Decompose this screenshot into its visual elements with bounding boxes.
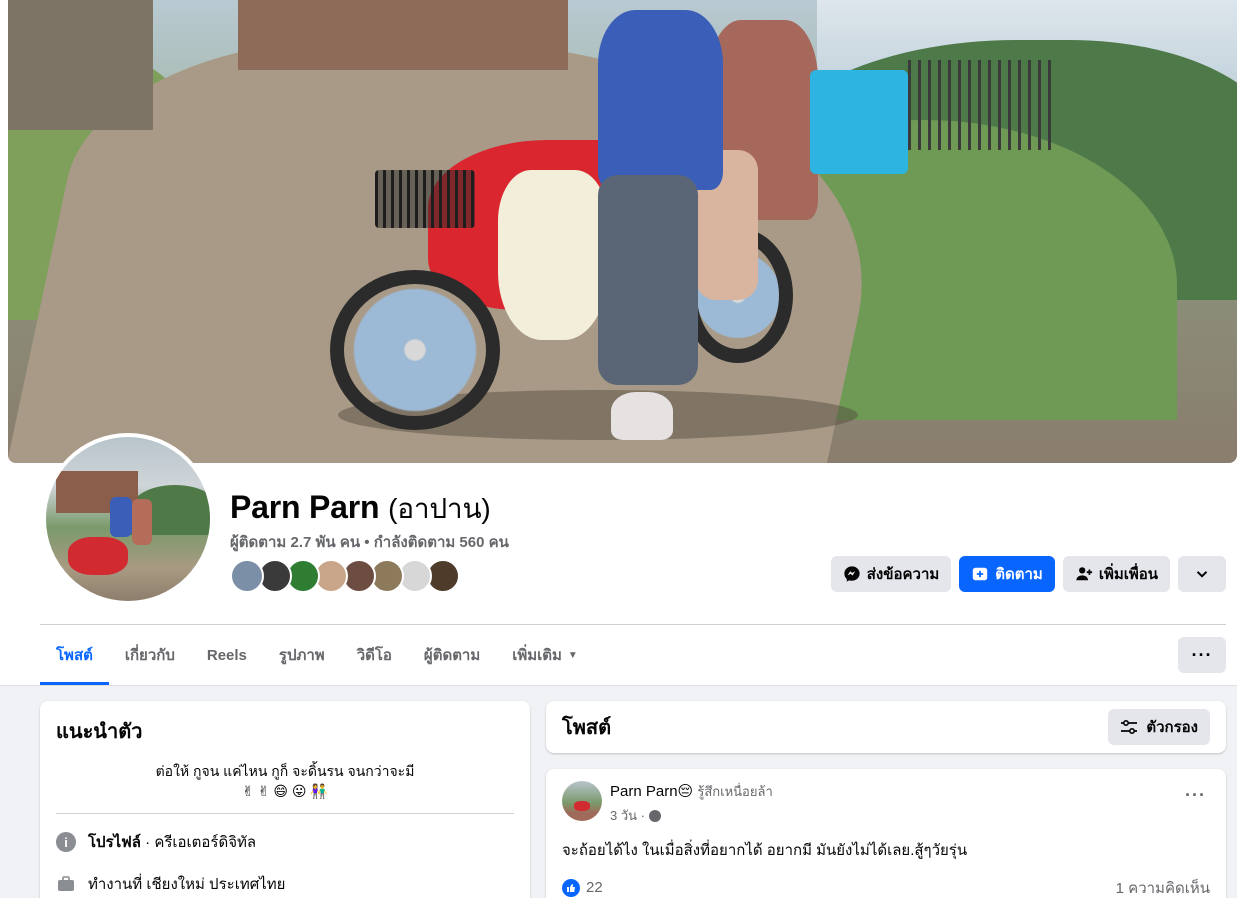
add-friend-button[interactable]: เพิ่มเพื่อน [1062,556,1170,592]
profile-alt-name: (อาปาน) [388,493,491,524]
post-author-line: Parn Parn😔 รู้สึกเหนื่อยล้า [610,781,773,802]
post-feeling: รู้สึกเหนื่อยล้า [697,784,773,799]
intro-title: แนะนำตัว [56,721,143,743]
caret-down-icon: ▼ [567,649,578,661]
post-author-avatar[interactable] [562,781,602,821]
tab-label: โพสต์ [56,647,93,664]
message-label: ส่งข้อความ [866,566,940,583]
like-icon [562,879,580,898]
friend-avatar-icon[interactable] [230,559,264,593]
post-header: Parn Parn😔 รู้สึกเหนื่อยล้า 3 วัน · ··· [562,781,1210,826]
reactions[interactable]: 22 [562,878,603,898]
follower-stats[interactable]: ผู้ติดตาม 2.7 พัน คน • กำลังติดตาม 560 ค… [230,530,509,554]
follow-icon [973,567,988,581]
follow-button[interactable]: ติดตาม [959,556,1055,592]
profile-type-label: โปรไฟล์ [88,834,141,851]
post-meta: 3 วัน · [610,805,773,826]
filter-icon [1121,719,1138,735]
intro-card: แนะนำตัว ต่อให้ กูจน แค่ไหน กูก็ จะดิ้นร… [40,701,530,898]
tab-videos[interactable]: วิดีโอ [341,625,408,685]
chevron-down-icon [1196,571,1208,578]
briefcase-icon [58,876,74,891]
tab-label: เกี่ยวกับ [124,647,175,664]
messenger-icon [844,566,860,582]
tab-reels[interactable]: Reels [191,625,263,685]
post-time[interactable]: 3 วัน · [610,805,645,826]
bio-text: ต่อให้ กูจน แค่ไหน กูก็ จะดิ้นรน จนกว่าจ… [56,761,514,801]
add-friend-label: เพิ่มเพื่อน [1098,566,1158,583]
cover-photo[interactable] [8,0,1237,463]
tab-label: เพิ่มเติม [512,647,562,664]
info-profile: i โปรไฟล์ · ครีเอเตอร์ดิจิทัล [56,830,514,854]
tab-label: Reels [206,646,247,664]
more-icon: ··· [1191,644,1213,665]
bio-line-1: ต่อให้ กูจน แค่ไหน กูก็ จะดิ้นรน จนกว่าจ… [155,763,415,779]
post-card: Parn Parn😔 รู้สึกเหนื่อยล้า 3 วัน · ··· … [546,769,1226,898]
add-friend-icon [1076,567,1092,581]
info-work: ทำงานที่ เชียงใหม่ ประเทศไทย [56,872,514,896]
tab-label: รูปภาพ [278,647,325,664]
friends-preview[interactable] [230,559,460,593]
filter-button[interactable]: ตัวกรอง [1108,709,1210,745]
bio-line-2: ✌ ✌ 😄 😛 👫 [242,783,328,799]
profile-avatar[interactable] [42,433,214,605]
post-text: จะถ้อยได้ไง ในเมื่อสิ่งที่อยากได้ อยากมี… [562,842,968,859]
globe-icon [648,809,661,822]
info-icon: i [56,832,76,852]
like-count: 22 [586,878,603,896]
post-menu-button[interactable]: ··· [1181,781,1210,810]
comment-count[interactable]: 1 ความคิดเห็น [1116,876,1210,898]
posts-title: โพสต์ [562,717,612,739]
message-button[interactable]: ส่งข้อความ [830,556,952,592]
tab-posts[interactable]: โพสต์ [40,625,109,685]
profile-options-button[interactable] [1178,556,1226,592]
post-stats: 22 1 ความคิดเห็น [562,876,1210,898]
profile-actions: ส่งข้อความ ติดตาม เพิ่มเพื่อน [830,556,1226,592]
profile-header: Parn Parn (อาปาน) ผู้ติดตาม 2.7 พัน คน •… [0,0,1237,686]
work-text: ทำงานที่ เชียงใหม่ ประเทศไทย [88,876,286,893]
more-options-button[interactable]: ··· [1178,637,1226,673]
post-author-name[interactable]: Parn Parn😔 [610,783,693,800]
tab-about[interactable]: เกี่ยวกับ [109,625,191,685]
profile-name: Parn Parn (อาปาน) [230,487,491,531]
bio-divider [56,813,514,814]
tab-followers[interactable]: ผู้ติดตาม [408,625,496,685]
tab-more[interactable]: เพิ่มเติม ▼ [496,625,594,685]
tab-photos[interactable]: รูปภาพ [263,625,341,685]
profile-type-value: · ครีเอเตอร์ดิจิทัล [141,834,257,851]
filter-label: ตัวกรอง [1146,719,1198,736]
posts-header-card: โพสต์ ตัวกรอง [546,701,1226,753]
profile-tabs: โพสต์ เกี่ยวกับ Reels รูปภาพ วิดีโอ ผู้ต… [40,625,594,685]
header-border [0,685,1237,686]
follow-label: ติดตาม [995,566,1043,583]
tab-label: ผู้ติดตาม [423,647,481,664]
tab-label: วิดีโอ [356,647,392,664]
profile-name-text: Parn Parn [230,489,380,525]
